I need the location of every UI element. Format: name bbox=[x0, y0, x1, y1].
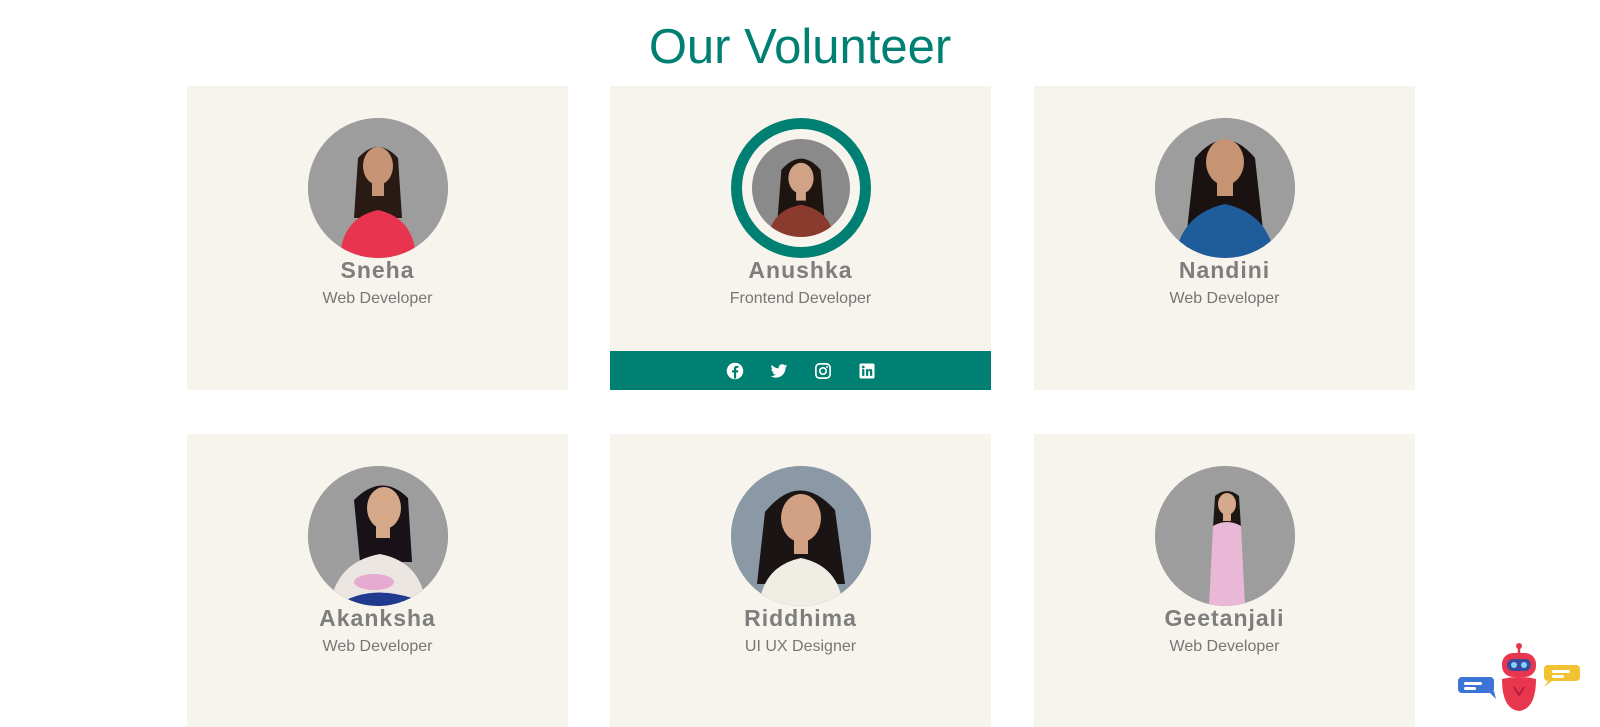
robot-chat-icon[interactable] bbox=[1456, 643, 1582, 713]
portrait-image bbox=[1154, 118, 1295, 258]
volunteer-card[interactable]: Sneha Web Developer bbox=[187, 86, 568, 390]
portrait-image bbox=[307, 118, 448, 258]
volunteer-role: Web Developer bbox=[322, 638, 433, 655]
volunteer-name: Nandini bbox=[1178, 257, 1271, 283]
avatar bbox=[307, 118, 448, 258]
avatar bbox=[1154, 466, 1295, 606]
portrait-image bbox=[730, 466, 871, 606]
social-bar bbox=[610, 351, 991, 390]
portrait-image bbox=[751, 139, 850, 237]
volunteer-page: Our Volunteer Sneha Web Developer Anushk… bbox=[0, 0, 1600, 727]
portrait-image bbox=[1154, 466, 1295, 606]
twitter-icon[interactable] bbox=[770, 362, 788, 380]
portrait-image bbox=[307, 466, 448, 606]
volunteer-name: Akanksha bbox=[319, 605, 436, 631]
volunteer-role: Frontend Developer bbox=[729, 290, 872, 307]
volunteer-card[interactable]: Nandini Web Developer bbox=[1034, 86, 1415, 390]
instagram-icon[interactable] bbox=[814, 362, 832, 380]
volunteer-card[interactable]: Akanksha Web Developer bbox=[187, 434, 568, 727]
volunteer-role: Web Developer bbox=[322, 290, 433, 307]
volunteer-role: UI UX Designer bbox=[744, 638, 857, 655]
volunteer-name: Geetanjali bbox=[1164, 605, 1285, 631]
volunteer-card[interactable]: Riddhima UI UX Designer bbox=[610, 434, 991, 727]
linkedin-icon[interactable] bbox=[858, 362, 876, 380]
volunteer-name: Anushka bbox=[748, 257, 853, 283]
avatar bbox=[730, 118, 871, 258]
avatar bbox=[1154, 118, 1295, 258]
volunteer-name: Riddhima bbox=[744, 605, 857, 631]
volunteer-name: Sneha bbox=[340, 257, 415, 283]
avatar bbox=[307, 466, 448, 606]
volunteer-card-active[interactable]: Anushka Frontend Developer bbox=[610, 86, 991, 390]
volunteer-card[interactable]: Geetanjali Web Developer bbox=[1034, 434, 1415, 727]
volunteer-role: Web Developer bbox=[1169, 290, 1280, 307]
volunteer-role: Web Developer bbox=[1169, 638, 1280, 655]
section-title: Our Volunteer bbox=[648, 20, 952, 74]
facebook-icon[interactable] bbox=[726, 362, 744, 380]
avatar bbox=[730, 466, 871, 606]
